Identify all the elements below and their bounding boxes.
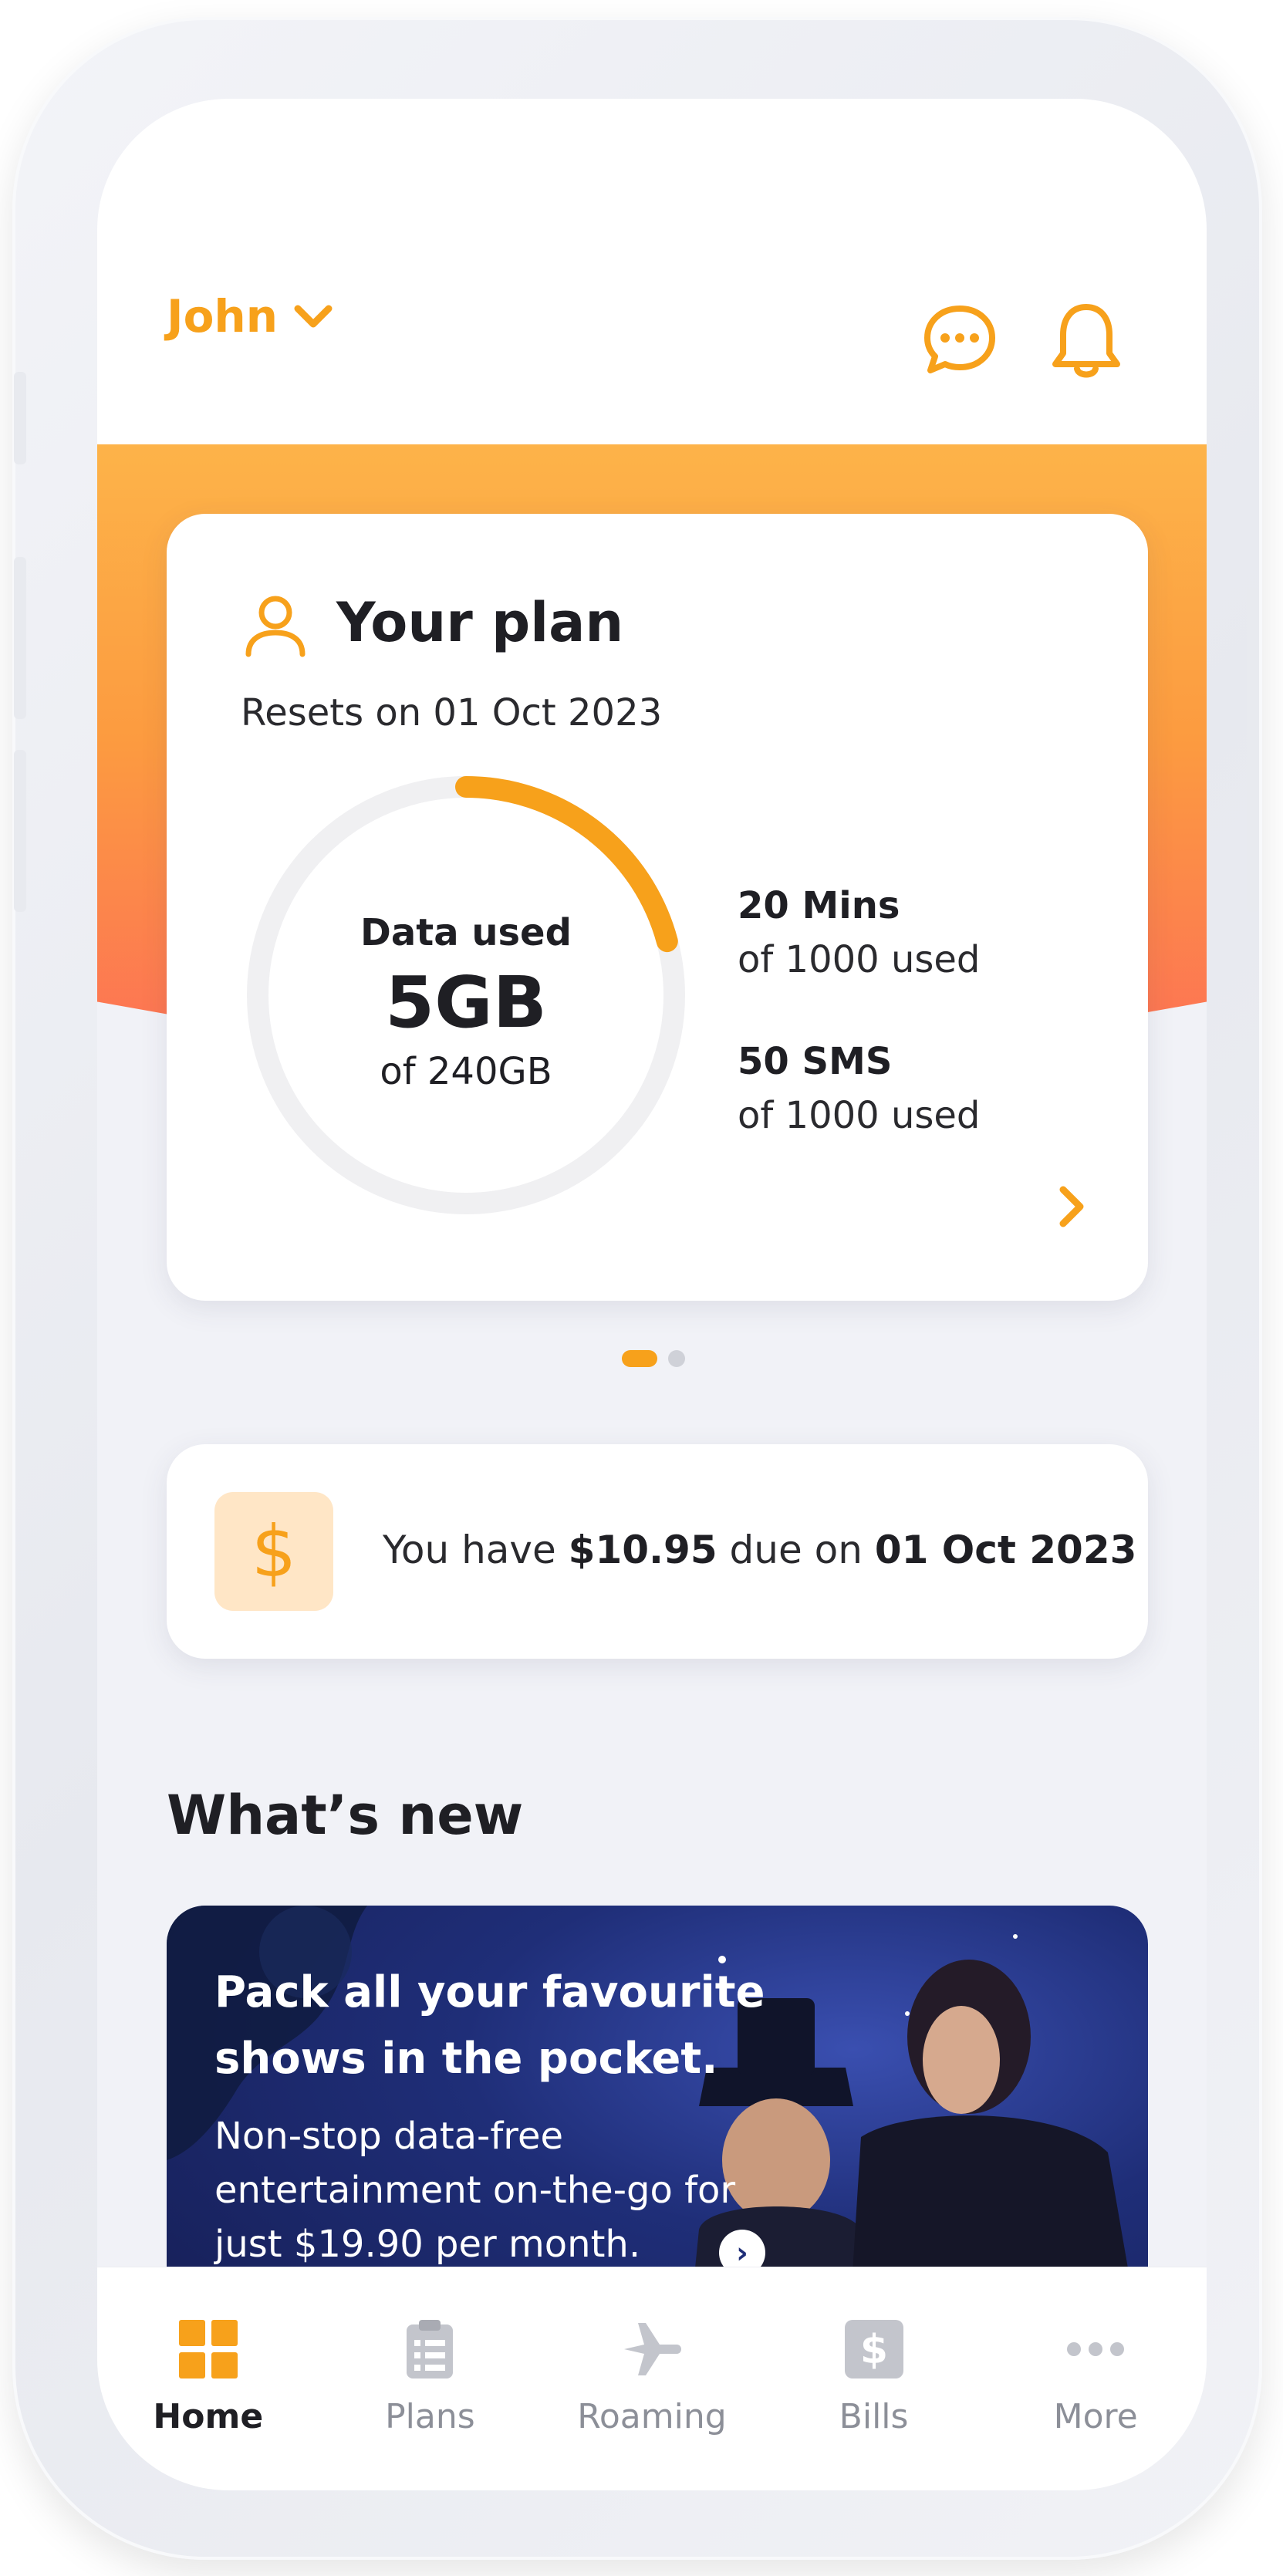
data-used-label: Data used: [360, 911, 572, 954]
mins-title: 20 Mins: [738, 884, 900, 927]
data-used-value: 5GB: [385, 961, 547, 1044]
bill-card[interactable]: $ You have $10.95 due on 01 Oct 2023: [167, 1444, 1148, 1659]
clipboard-icon: [407, 2320, 454, 2378]
phone-volume-up-button: [14, 557, 26, 719]
tab-home-label: Home: [153, 2397, 264, 2436]
bottom-tab-bar: Home Plans Roaming $ Bills More: [97, 2267, 1207, 2490]
pager-dot[interactable]: [668, 1350, 685, 1367]
chevron-down-icon: [294, 305, 333, 328]
mins-usage: of 1000 used: [738, 938, 981, 981]
account-switcher[interactable]: John: [167, 290, 335, 343]
svg-text:$: $: [859, 2327, 887, 2373]
chat-icon[interactable]: [921, 301, 998, 378]
bill-due-date: 01 Oct 2023: [874, 1528, 1137, 1572]
dollar-icon: $: [214, 1492, 333, 1611]
phone-side-button: [14, 372, 26, 464]
home-icon: [178, 2320, 238, 2378]
tab-home[interactable]: Home: [116, 2267, 301, 2490]
top-bar: John: [97, 99, 1207, 444]
phone-power-button: [1247, 588, 1259, 912]
plan-reset-date: Resets on 01 Oct 2023: [241, 691, 663, 734]
pager-dot-active[interactable]: [622, 1350, 657, 1367]
bill-due-text: You have $10.95 due on 01 Oct 2023: [383, 1528, 1137, 1572]
plan-title: Your plan: [336, 591, 624, 654]
tab-bills-label: Bills: [839, 2397, 909, 2436]
tab-more[interactable]: More: [1003, 2267, 1188, 2490]
bill-amount: $10.95: [568, 1528, 717, 1572]
promo-title: Pack all your favourite shows in the poc…: [214, 1967, 765, 2084]
user-icon: [245, 596, 306, 657]
sms-usage: of 1000 used: [738, 1094, 981, 1137]
whats-new-heading: What’s new: [167, 1784, 524, 1847]
tab-more-label: More: [1053, 2397, 1138, 2436]
bell-icon[interactable]: [1048, 301, 1125, 381]
tab-bills[interactable]: $ Bills: [782, 2267, 967, 2490]
plan-card[interactable]: Your plan Resets on 01 Oct 2023 Data use…: [167, 514, 1148, 1301]
dollar-icon: $: [844, 2320, 903, 2378]
tab-roaming[interactable]: Roaming: [559, 2267, 744, 2490]
phone-volume-down-button: [14, 750, 26, 912]
more-dots-icon: [1067, 2342, 1125, 2356]
carousel-pager: [622, 1350, 685, 1367]
user-name: John: [167, 290, 279, 343]
app-screen: John Your plan Resets on 01 Oct 2023 Dat…: [97, 99, 1207, 2490]
plane-icon: [623, 2323, 681, 2375]
phone-frame: John Your plan Resets on 01 Oct 2023 Dat…: [12, 17, 1262, 2560]
tab-plans-label: Plans: [385, 2397, 475, 2436]
promo-body: Non-stop data-free entertainment on-the-…: [214, 2115, 736, 2266]
chevron-right-icon[interactable]: [1052, 1182, 1091, 1231]
data-total: of 240GB: [380, 1050, 552, 1093]
tab-plans[interactable]: Plans: [337, 2267, 522, 2490]
tab-roaming-label: Roaming: [577, 2397, 727, 2436]
sms-title: 50 SMS: [738, 1040, 893, 1083]
